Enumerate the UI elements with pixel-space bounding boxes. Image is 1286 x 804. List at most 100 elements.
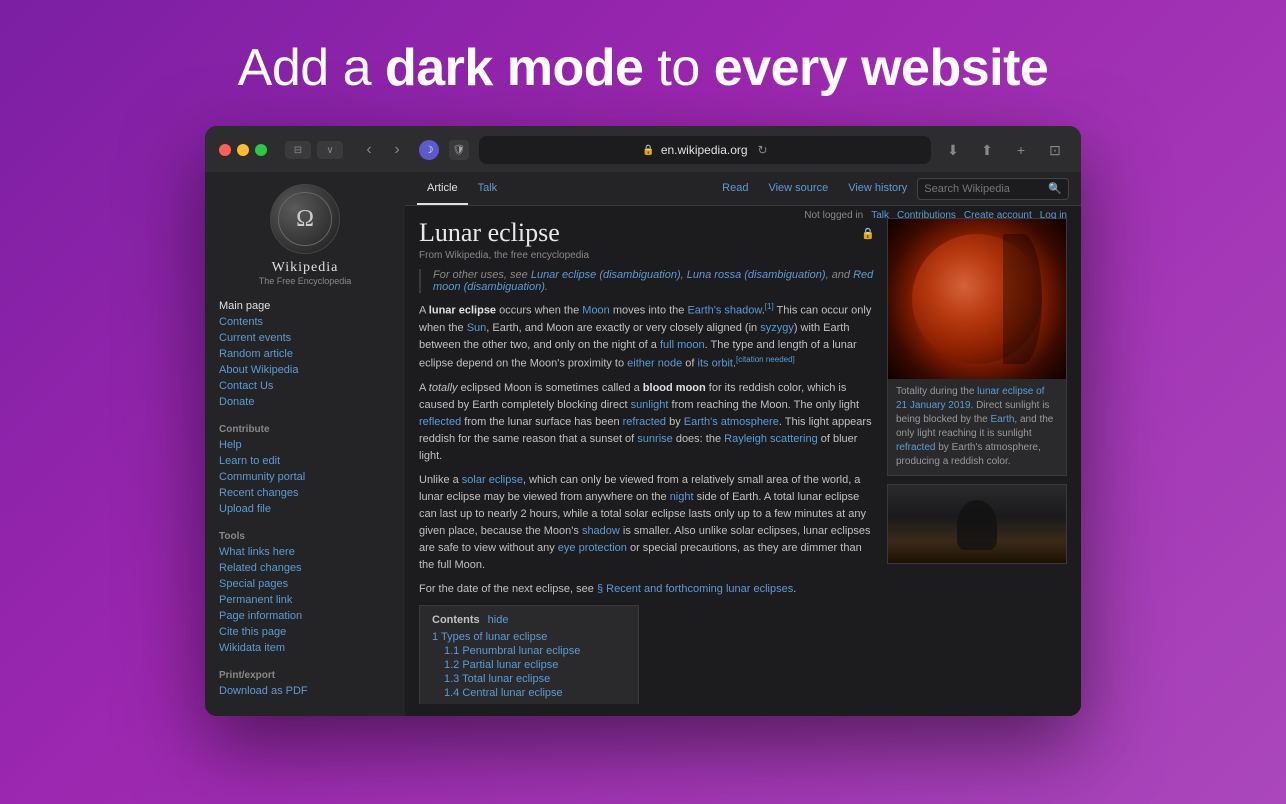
address-bar[interactable]: 🔒 en.wikipedia.org ↻ [479, 136, 931, 164]
sidebar-item-current-events[interactable]: Current events [205, 330, 405, 346]
wiki-logo-area: Ω Wikipedia The Free Encyclopedia [205, 172, 405, 294]
contents-link-1-4[interactable]: 1.4 Central lunar eclipse [444, 687, 563, 699]
reload-button[interactable]: ↻ [758, 143, 768, 157]
tab-view-button[interactable]: ⊟ [285, 141, 311, 159]
search-input[interactable] [924, 183, 1044, 195]
tab-talk[interactable]: Talk [468, 172, 508, 205]
contents-hide[interactable]: hide [488, 614, 509, 626]
main-headline: Add a dark mode to every website [238, 38, 1049, 98]
sidebar-item-what-links-here[interactable]: What links here [205, 544, 405, 560]
reflected-link[interactable]: reflected [419, 416, 461, 428]
sidebar-item-help[interactable]: Help [205, 437, 405, 453]
rayleigh-link[interactable]: Rayleigh scattering [724, 433, 818, 445]
wiki-search-box[interactable]: 🔍 [917, 178, 1069, 200]
sidebar-item-learn-to-edit[interactable]: Learn to edit [205, 453, 405, 469]
sidebar-item-recent-changes[interactable]: Recent changes [205, 485, 405, 501]
sidebar-item-contents[interactable]: Contents [205, 314, 405, 330]
dark-mode-icon[interactable]: ☽ [419, 140, 439, 160]
sidebar-item-related-changes[interactable]: Related changes [205, 560, 405, 576]
article-lock-icon: 🔒 [861, 227, 875, 240]
contents-title-text: Contents [432, 614, 480, 626]
search-icon[interactable]: 🔍 [1048, 182, 1062, 195]
sidebar-item-page-information[interactable]: Page information [205, 608, 405, 624]
sidebar-item-about-wikipedia[interactable]: About Wikipedia [205, 362, 405, 378]
share-button[interactable]: ⬆ [975, 138, 999, 162]
browser-chrome: ⊟ ∨ ‹ › ☽ 🛡 🔒 en.wikipedia.org ↻ ⬇ ⬆ [205, 126, 1081, 172]
sidebar-item-special-pages[interactable]: Special pages [205, 576, 405, 592]
wiki-tabs-bar: Article Talk Read View source View histo… [405, 172, 1081, 206]
sidebar-navigation: Main page Contents Current events Random… [205, 294, 405, 414]
sidebar-item-donate[interactable]: Donate [205, 394, 405, 410]
sidebar-printexport: Print/export Download as PDF [205, 660, 405, 703]
recent-forthcoming-link[interactable]: § Recent and forthcoming lunar eclipses [597, 583, 793, 595]
sidebar-item-community-portal[interactable]: Community portal [205, 469, 405, 485]
sun-link[interactable]: Sun [467, 322, 487, 334]
refracted-link[interactable]: refracted [623, 416, 666, 428]
window-controls: ⊟ ∨ [285, 141, 343, 159]
sidebar-item-contact-us[interactable]: Contact Us [205, 378, 405, 394]
shadow-link[interactable]: shadow [582, 525, 620, 537]
url-text: en.wikipedia.org [661, 143, 748, 157]
sidebar-item-upload-file[interactable]: Upload file [205, 501, 405, 517]
downloads-button[interactable]: ⬇ [941, 138, 965, 162]
moon-shadow [1003, 234, 1042, 364]
contents-link-1-2[interactable]: 1.2 Partial lunar eclipse [444, 659, 558, 671]
sidebar-item-permanent-link[interactable]: Permanent link [205, 592, 405, 608]
sunlight-link[interactable]: sunlight [631, 399, 669, 411]
contents-link-1[interactable]: 1 Types of lunar eclipse [432, 631, 547, 643]
forward-button[interactable]: › [385, 138, 409, 162]
full-moon-link[interactable]: full moon [660, 339, 705, 351]
new-tab-button[interactable]: + [1009, 138, 1033, 162]
sidebar-item-cite-this-page[interactable]: Cite this page [205, 624, 405, 640]
its-orbit-link[interactable]: its orbit [698, 357, 733, 369]
contents-link-1-3[interactable]: 1.3 Total lunar eclipse [444, 673, 550, 685]
syzygy-link[interactable]: syzygy [760, 322, 794, 334]
sidebar-item-wikidata-item[interactable]: Wikidata item [205, 640, 405, 656]
contribute-label: Contribute [205, 418, 405, 437]
eclipse-link[interactable]: lunar eclipse of 21 January 2019 [896, 386, 1044, 411]
moon-link[interactable]: Moon [582, 305, 610, 317]
article-text: Lunar eclipse 🔒 From Wikipedia, the free… [419, 218, 875, 704]
sidebar-item-download-pdf[interactable]: Download as PDF [205, 683, 405, 699]
back-button[interactable]: ‹ [357, 138, 381, 162]
hatnote-link-1[interactable]: Lunar eclipse (disambiguation) [531, 269, 681, 281]
moon-body [912, 234, 1042, 364]
talk-link[interactable]: Talk [871, 210, 889, 221]
tab-article[interactable]: Article [417, 172, 468, 205]
split-view-button[interactable]: ⊡ [1043, 138, 1067, 162]
headline-bold2: every website [714, 39, 1049, 97]
article-subtitle: From Wikipedia, the free encyclopedia [419, 250, 875, 261]
night-link[interactable]: night [670, 491, 694, 503]
article-title: Lunar eclipse 🔒 [419, 218, 875, 248]
tab-extra-button[interactable]: ∨ [317, 141, 343, 159]
browser-actions: ⬇ ⬆ + ⊡ [941, 138, 1067, 162]
minimize-button[interactable] [237, 144, 249, 156]
article-para-4: For the date of the next eclipse, see § … [419, 581, 875, 598]
contents-link-1-1[interactable]: 1.1 Penumbral lunar eclipse [444, 645, 580, 657]
shield-icon[interactable]: 🛡 [449, 140, 469, 160]
earth-link[interactable]: Earth [991, 414, 1015, 425]
contents-subitem-1-4: 1.4 Central lunar eclipse [432, 686, 626, 700]
sidebar-item-random-article[interactable]: Random article [205, 346, 405, 362]
hatnote-link-2[interactable]: Luna rossa (disambiguation) [687, 269, 826, 281]
solar-eclipse-link[interactable]: solar eclipse [462, 474, 523, 486]
maximize-button[interactable] [255, 144, 267, 156]
either-node-link[interactable]: either node [627, 357, 682, 369]
close-button[interactable] [219, 144, 231, 156]
refracted-caption-link[interactable]: refracted [896, 442, 935, 453]
lock-icon: 🔒 [642, 145, 654, 156]
contents-subitem-1-1: 1.1 Penumbral lunar eclipse [432, 644, 626, 658]
sidebar-item-main-page[interactable]: Main page [205, 298, 405, 314]
second-image-box [887, 484, 1067, 564]
image-caption: Totality during the lunar eclipse of 21 … [888, 379, 1066, 475]
browser-titlebar: ⊟ ∨ ‹ › ☽ 🛡 🔒 en.wikipedia.org ↻ ⬇ ⬆ [219, 136, 1067, 164]
earths-shadow-link[interactable]: Earth's shadow [687, 305, 761, 317]
eye-protection-link[interactable]: eye protection [558, 542, 627, 554]
not-logged-in-text: Not logged in [804, 210, 863, 221]
tab-read[interactable]: Read [712, 172, 758, 205]
tab-view-source[interactable]: View source [758, 172, 838, 205]
sunrise-link[interactable]: sunrise [637, 433, 672, 445]
tab-view-history[interactable]: View history [838, 172, 917, 205]
earths-atmosphere-link[interactable]: Earth's atmosphere [684, 416, 779, 428]
article-title-text: Lunar eclipse [419, 218, 560, 248]
